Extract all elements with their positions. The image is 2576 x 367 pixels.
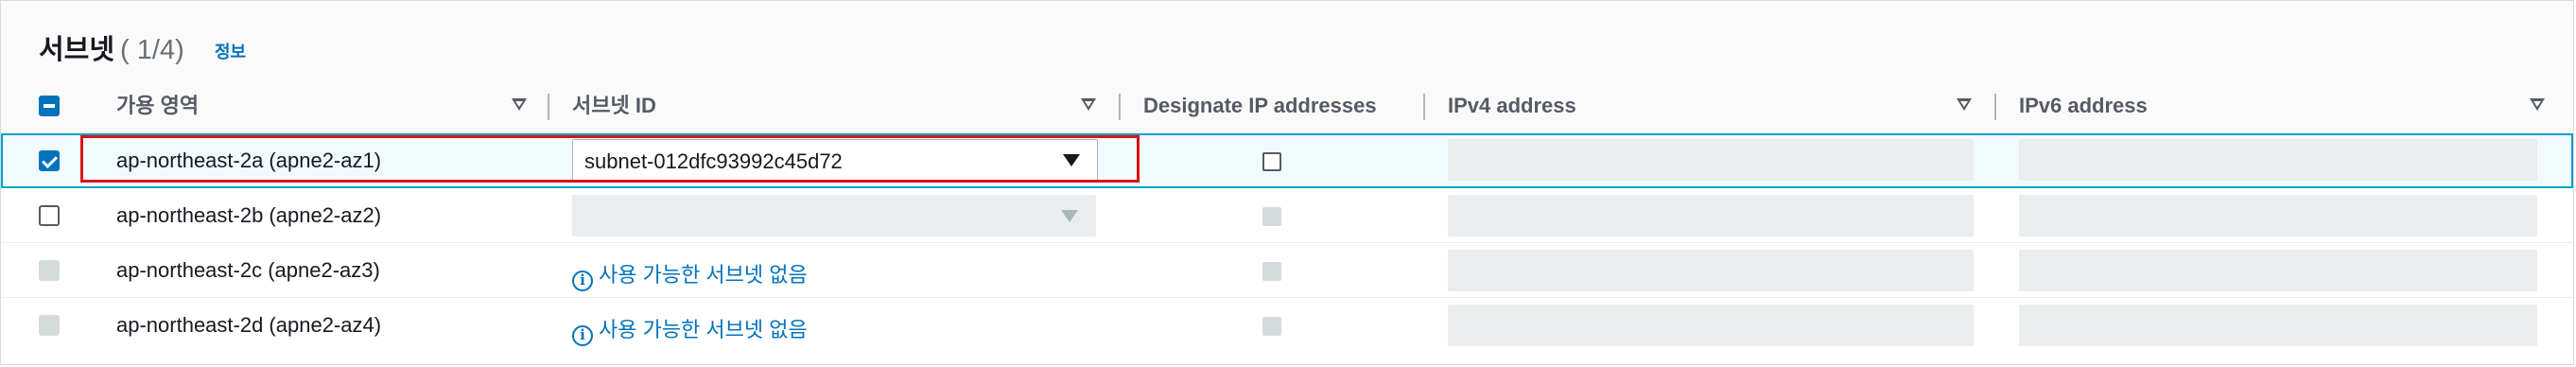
row-checkbox (39, 315, 60, 336)
sort-caret-icon[interactable] (512, 98, 527, 111)
ipv6-field (2019, 195, 2537, 236)
ipv4-field (1448, 195, 1974, 236)
table-header: 가용 영역 서브넷 ID Designate IP addresses IPv4… (1, 79, 2573, 134)
table-row[interactable]: ap-northeast-2b (apne2-az2) (1, 188, 2573, 243)
row-checkbox[interactable] (39, 150, 60, 171)
info-circle-icon: i (572, 325, 593, 346)
panel-header: 서브넷( 1/4) 정보 (1, 1, 2573, 79)
row-checkbox (39, 260, 60, 281)
subnet-select (572, 195, 1096, 236)
column-header-designate-ip[interactable]: Designate IP addresses (1143, 79, 1377, 133)
panel-title-text: 서브넷 (39, 35, 115, 65)
no-subnet-text: 사용 가능한 서브넷 없음 (599, 263, 808, 287)
designate-ip-checkbox (1262, 262, 1281, 281)
sort-caret-icon[interactable] (1081, 98, 1096, 111)
select-all-checkbox[interactable] (39, 96, 60, 116)
table-row: ap-northeast-2d (apne2-az4) i 사용 가능한 서브넷 … (1, 298, 2573, 353)
column-header-subnet-id[interactable]: 서브넷 ID (572, 79, 656, 133)
az-cell: ap-northeast-2d (apne2-az4) (116, 313, 382, 337)
column-header-ipv4[interactable]: IPv4 address (1448, 79, 1576, 133)
no-subnet-message: i 사용 가능한 서브넷 없음 (572, 313, 808, 346)
column-resizer[interactable] (1423, 94, 1425, 120)
ipv6-field (2019, 139, 2537, 181)
az-cell: ap-northeast-2b (apne2-az2) (116, 203, 382, 227)
panel-title: 서브넷( 1/4) (39, 27, 184, 67)
column-header-ipv6[interactable]: IPv6 address (2019, 79, 2148, 133)
highlight-annotation (80, 135, 1140, 183)
column-resizer[interactable] (548, 94, 549, 120)
ipv6-field (2019, 250, 2537, 291)
info-circle-icon: i (572, 271, 593, 291)
info-link[interactable]: 정보 (215, 39, 246, 63)
column-resizer[interactable] (1994, 94, 1996, 120)
no-subnet-message: i 사용 가능한 서브넷 없음 (572, 258, 808, 291)
ipv4-field (1448, 250, 1974, 291)
az-cell: ap-northeast-2c (apne2-az3) (116, 258, 380, 282)
ipv4-field (1448, 139, 1974, 181)
subnets-panel: 서브넷( 1/4) 정보 가용 영역 서브넷 ID Designate IP a… (0, 0, 2574, 365)
column-header-az[interactable]: 가용 영역 (116, 79, 199, 133)
column-resizer[interactable] (1119, 94, 1121, 120)
dropdown-caret-icon (1061, 210, 1078, 222)
table-row: ap-northeast-2c (apne2-az3) i 사용 가능한 서브넷 … (1, 243, 2573, 298)
row-checkbox[interactable] (39, 205, 60, 226)
no-subnet-text: 사용 가능한 서브넷 없음 (599, 318, 808, 341)
designate-ip-checkbox[interactable] (1262, 152, 1281, 171)
sort-caret-icon[interactable] (2530, 98, 2545, 111)
ipv6-field (2019, 305, 2537, 346)
designate-ip-checkbox (1262, 207, 1281, 226)
ipv4-field (1448, 305, 1974, 346)
selection-count: ( 1/4) (120, 35, 184, 65)
designate-ip-checkbox (1262, 317, 1281, 336)
sort-caret-icon[interactable] (1957, 98, 1972, 111)
